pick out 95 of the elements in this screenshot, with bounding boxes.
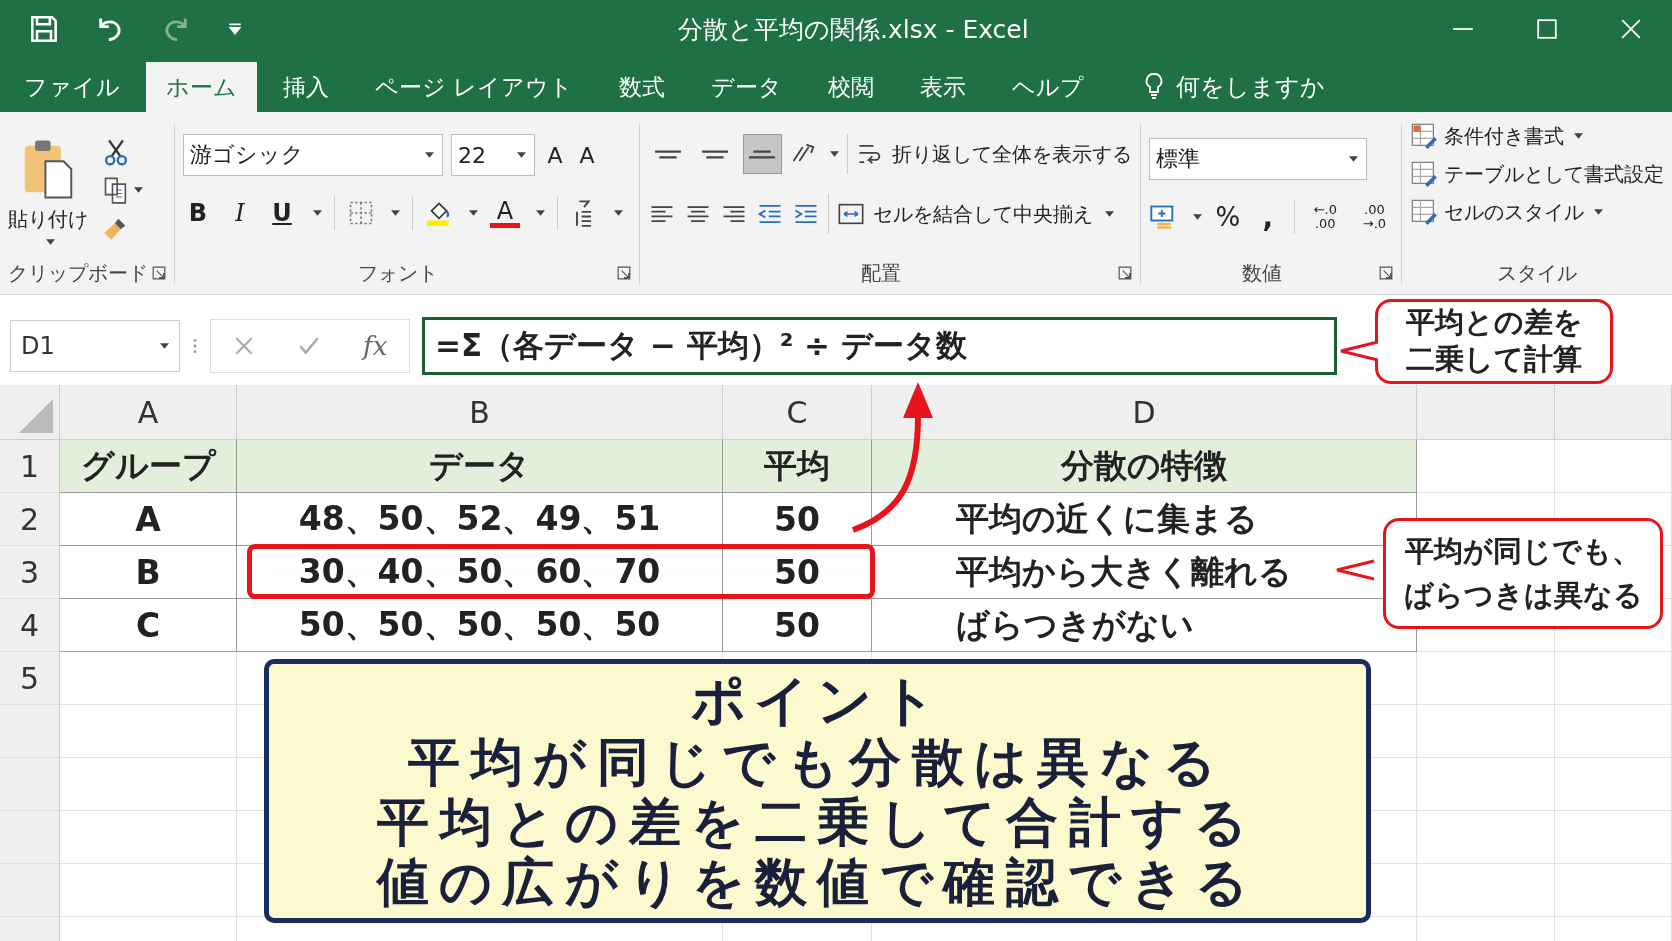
scissors-icon[interactable]: [102, 138, 130, 166]
save-icon[interactable]: [30, 15, 58, 43]
tell-me-field[interactable]: 何をしますか: [1176, 62, 1326, 112]
table-style-icon: [1410, 122, 1438, 150]
caret-icon[interactable]: [535, 210, 545, 216]
table-cell: B: [60, 546, 237, 599]
ribbon-tab[interactable]: ホーム: [146, 62, 257, 112]
row-header[interactable]: 4: [0, 599, 60, 652]
ribbon-tab[interactable]: ヘルプ: [992, 62, 1105, 112]
header-cell: 平均: [723, 440, 872, 493]
insert-function-button[interactable]: fx: [363, 331, 388, 361]
table-cell: 50、50、50、50、50: [237, 599, 723, 652]
table-style-icon: [1410, 160, 1438, 188]
lightbulb-icon[interactable]: [1144, 72, 1165, 100]
style-menu-button[interactable]: 条件付き書式: [1410, 122, 1664, 150]
grow-font-button[interactable]: A: [542, 138, 567, 172]
align-top-icon: [654, 149, 681, 159]
bold-button[interactable]: B: [182, 196, 213, 230]
note-title: ポイント: [691, 670, 944, 732]
ribbon-tab[interactable]: 数式: [599, 62, 686, 112]
caret-icon[interactable]: [390, 210, 400, 216]
caret-icon: [1105, 211, 1115, 217]
caret-icon[interactable]: [1193, 214, 1203, 220]
caret-icon[interactable]: [613, 210, 623, 216]
underline-button[interactable]: U: [266, 196, 297, 230]
caret-icon[interactable]: [312, 210, 322, 216]
caret-icon[interactable]: [134, 187, 143, 193]
formula-field[interactable]: =Σ（各データ − 平均）² ÷ データ数: [422, 317, 1337, 375]
column-header[interactable]: D: [872, 385, 1417, 440]
group-label: フォント: [357, 259, 440, 287]
table-style-icon: [1410, 198, 1438, 226]
style-menu-button[interactable]: セルのスタイル: [1410, 198, 1664, 226]
dialog-launcher-icon[interactable]: [1118, 266, 1133, 280]
customize-icon[interactable]: [228, 23, 242, 35]
font-size-field[interactable]: 22: [450, 134, 535, 176]
caret-icon[interactable]: [160, 343, 169, 349]
header-cell: 分散の特徴: [872, 440, 1417, 493]
callout-text: 平均との差を 二乗して計算: [1404, 304, 1584, 378]
header-cell: データ: [237, 440, 723, 493]
caret-icon[interactable]: [424, 152, 434, 158]
note-line: 平均との差を二乗して合計する: [377, 792, 1258, 852]
name-box[interactable]: D1: [10, 320, 180, 372]
caret-icon[interactable]: [1349, 156, 1359, 162]
comma-button[interactable]: ,: [1253, 200, 1282, 234]
caret-icon[interactable]: [45, 239, 55, 245]
window-title: 分散と平均の関係.xlsx - Excel: [677, 13, 1030, 46]
table-cell: 50: [723, 599, 872, 652]
table-cell: C: [60, 599, 237, 652]
row-header[interactable]: 3: [0, 546, 60, 599]
caret-icon[interactable]: [468, 210, 478, 216]
group-label: 配置: [860, 259, 903, 287]
close-icon[interactable]: [1620, 18, 1642, 40]
check-icon[interactable]: [297, 335, 320, 357]
font-name-field[interactable]: 游ゴシック: [182, 134, 443, 176]
shrink-font-button[interactable]: A: [574, 138, 599, 172]
align-bottom-icon: [749, 149, 776, 159]
italic-button[interactable]: I: [224, 196, 255, 230]
ribbon-tab[interactable]: 表示: [900, 62, 987, 112]
ribbon-tab[interactable]: データ: [691, 62, 803, 112]
row-header[interactable]: 1: [0, 440, 60, 493]
font-color-button[interactable]: A: [489, 198, 520, 228]
wrap-text-button[interactable]: 折り返して全体を表示する: [856, 140, 1133, 168]
group-label: クリップボード: [8, 259, 148, 287]
style-menu-button[interactable]: テーブルとして書式設定: [1410, 160, 1664, 188]
bottom-align-button[interactable]: [742, 134, 783, 174]
number-format-field[interactable]: 標準: [1149, 138, 1368, 180]
paste-button[interactable]: 貼り付け: [8, 134, 88, 252]
percent-button[interactable]: %: [1214, 200, 1242, 234]
merge-center-button[interactable]: セルを結合して中央揃え: [837, 200, 1115, 228]
group-label: スタイル: [1496, 259, 1578, 287]
decrease-decimal-button[interactable]: .00 →.0: [1355, 200, 1393, 234]
ribbon-tab[interactable]: 挿入: [263, 62, 349, 112]
header-cell: グループ: [60, 440, 237, 493]
caret-icon[interactable]: [830, 151, 840, 157]
ribbon-tab[interactable]: ページ レイアウト: [355, 62, 594, 112]
maximize-icon[interactable]: [1536, 18, 1558, 40]
ribbon-tab[interactable]: ファイル: [4, 62, 140, 112]
dialog-launcher-icon[interactable]: [1379, 266, 1394, 280]
column-header[interactable]: B: [237, 385, 723, 440]
row-header[interactable]: 2: [0, 493, 60, 546]
table-cell: 48、50、52、49、51: [237, 493, 723, 546]
note-line: 値の広がりを数値で確認できる: [376, 852, 1259, 912]
caret-icon[interactable]: [516, 152, 526, 158]
note-line: 平均が同じでも分散は異なる: [408, 732, 1227, 792]
align-middle-icon: [702, 149, 729, 159]
column-header[interactable]: A: [60, 385, 237, 440]
ribbon-tab[interactable]: 校閲: [808, 62, 895, 112]
increase-decimal-button[interactable]: ←.0 .00: [1306, 200, 1344, 234]
column-header[interactable]: C: [723, 385, 872, 440]
group-label: 数値: [1241, 259, 1284, 287]
dialog-launcher-icon[interactable]: [152, 266, 166, 280]
row-header[interactable]: 5: [0, 652, 60, 705]
drag-handle-icon[interactable]: [192, 337, 198, 355]
dialog-launcher-icon[interactable]: [617, 266, 632, 280]
table-cell: A: [60, 493, 237, 546]
